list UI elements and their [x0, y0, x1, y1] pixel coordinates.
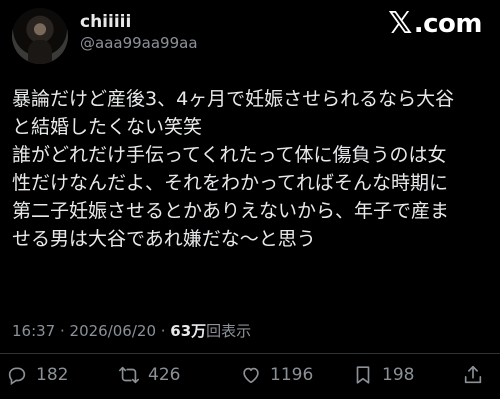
share-button[interactable]: [462, 364, 484, 386]
x-icon: 𝕏: [388, 6, 412, 41]
like-button[interactable]: 1196: [240, 364, 313, 386]
repost-count: 426: [148, 365, 181, 385]
divider: [0, 353, 500, 354]
display-name[interactable]: chiiiii: [80, 12, 131, 32]
bookmark-icon: [356, 366, 370, 384]
reply-icon: [8, 367, 26, 386]
bookmark-count: 198: [382, 365, 415, 385]
views-label: 回表示: [206, 322, 252, 340]
x-logo: 𝕏 .com: [388, 6, 482, 41]
repost-button[interactable]: 426: [118, 364, 180, 386]
views-count: 63万: [170, 322, 207, 340]
reply-count: 182: [36, 365, 69, 385]
like-count: 1196: [270, 365, 314, 385]
tweet-meta: 16:37 · 2026/06/20 · 63万回表示: [12, 320, 251, 341]
user-handle[interactable]: @aaa99aa99aa: [80, 34, 198, 52]
repost-icon: [119, 366, 139, 384]
timestamp[interactable]: 16:37 · 2026/06/20 ·: [12, 322, 170, 340]
tweet-text: 暴論だけど産後3、4ヶ月で妊娠させられるなら大谷 と結婚したくない笑笑 誰がどれ…: [12, 88, 455, 250]
avatar[interactable]: [12, 8, 68, 64]
reply-button[interactable]: 182: [6, 364, 68, 386]
bookmark-button[interactable]: 198: [352, 364, 414, 386]
share-icon: [464, 365, 482, 384]
like-icon: [243, 367, 259, 384]
brand-suffix: .com: [413, 8, 483, 39]
action-bar: 182 426 1196 198: [0, 364, 500, 394]
